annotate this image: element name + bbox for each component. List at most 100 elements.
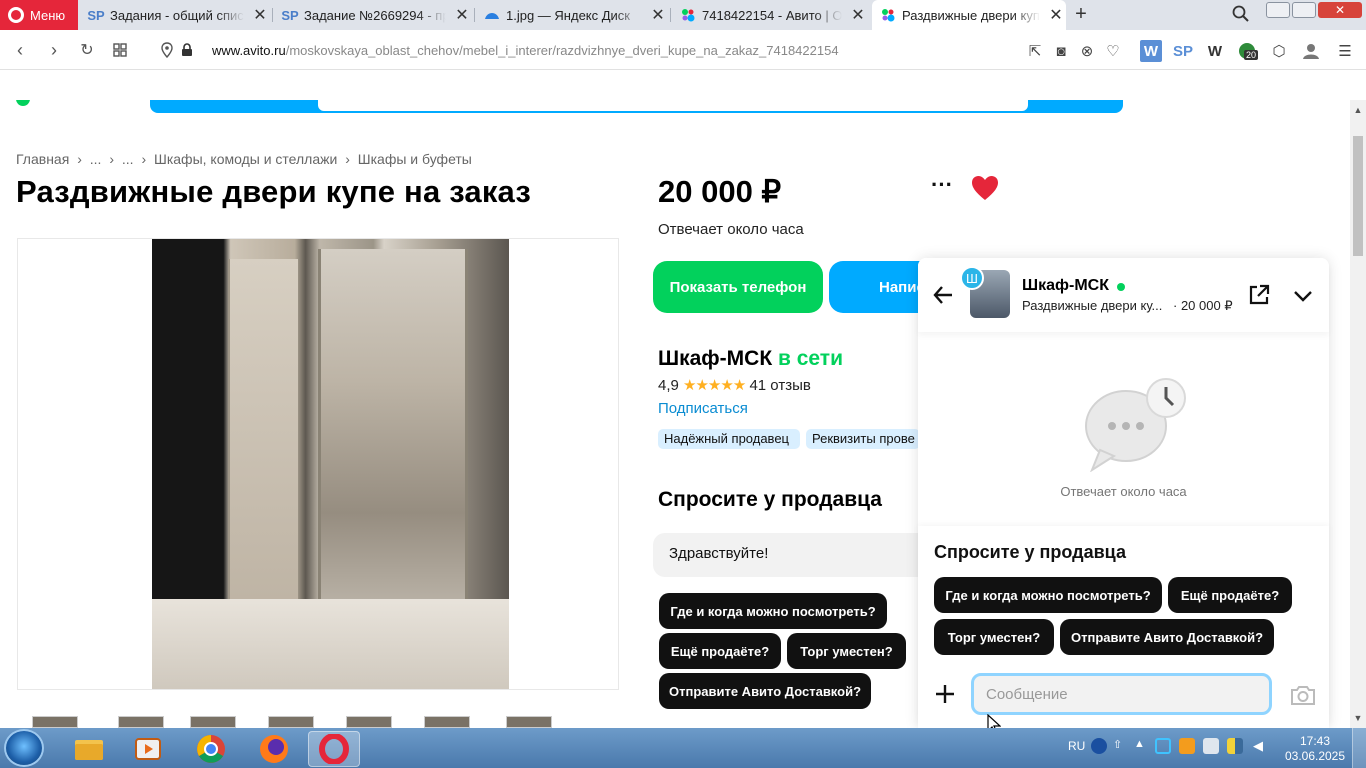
profile-avatar-icon[interactable] — [1300, 40, 1322, 62]
clipboard-icon[interactable] — [1203, 738, 1219, 754]
tray-app-icon[interactable] — [1179, 738, 1195, 754]
easy-setup-menu-icon[interactable]: ☰ — [1334, 40, 1356, 62]
close-window-icon[interactable]: ✕ — [1318, 2, 1362, 18]
chat-item-price: · 20 000 ₽ — [1173, 298, 1233, 313]
arrow-left-icon[interactable] — [932, 284, 954, 306]
keyboard-language[interactable]: RU — [1068, 739, 1085, 753]
screenshot-tool-icon[interactable] — [1155, 738, 1171, 754]
photo-thumbnail[interactable] — [190, 716, 236, 728]
breadcrumb-separator: › — [109, 151, 114, 167]
wikipedia-extension-icon[interactable]: W — [1204, 40, 1226, 62]
tab-title: Задания - общий список — [110, 7, 244, 23]
search-tabs-icon[interactable] — [1232, 5, 1252, 25]
tab-tasks-list[interactable]: SP Задания - общий список ✕ — [80, 0, 270, 30]
photo-thumbnail[interactable] — [268, 716, 314, 728]
chat-quick-question-chip[interactable]: Отправите Авито Доставкой? — [1060, 619, 1274, 655]
favorite-heart-icon[interactable]: ♡ — [1102, 40, 1124, 62]
system-clock[interactable]: 17:43 03.06.2025 — [1280, 734, 1350, 764]
chat-quick-question-chip[interactable]: Торг уместен? — [934, 619, 1054, 655]
reload-icon[interactable]: ↻ — [75, 38, 99, 62]
help-icon[interactable] — [1091, 738, 1107, 754]
subscribe-link[interactable]: Подписаться — [658, 400, 748, 417]
open-external-icon[interactable] — [1248, 284, 1270, 306]
breadcrumb-collapsed[interactable]: ... — [122, 151, 134, 167]
camera-icon[interactable] — [1290, 684, 1316, 706]
photo-thumbnail[interactable] — [346, 716, 392, 728]
tray-expand-icon[interactable]: ⇧ — [1113, 738, 1129, 754]
minimize-window-icon[interactable] — [1266, 2, 1290, 18]
network-signal-icon[interactable] — [1227, 738, 1243, 754]
show-phone-button[interactable]: Показать телефон — [653, 261, 823, 313]
tab-current-listing[interactable]: Раздвижные двери купе на ✕ — [872, 0, 1066, 30]
tray-arrow-icon[interactable]: ▲ — [1134, 738, 1150, 754]
breadcrumb-subcategory[interactable]: Шкафы и буфеты — [358, 151, 472, 167]
photo-thumbnail[interactable] — [424, 716, 470, 728]
quick-question-chip[interactable]: Ещё продаёте? — [659, 633, 781, 669]
media-player-icon[interactable] — [122, 731, 174, 767]
greeting-message-field[interactable]: Здравствуйте! — [653, 533, 923, 577]
more-options-icon[interactable]: ··· — [928, 174, 956, 198]
breadcrumb-category[interactable]: Шкафы, комоды и стеллажи — [154, 151, 337, 167]
breadcrumb-collapsed[interactable]: ... — [90, 151, 102, 167]
forward-icon[interactable]: › — [42, 38, 66, 62]
tab-separator — [670, 8, 671, 22]
chat-quick-question-chip[interactable]: Ещё продаёте? — [1168, 577, 1292, 613]
restore-window-icon[interactable] — [1292, 2, 1316, 18]
tab-task-2669294[interactable]: SP Задание №2669294 - про ✕ — [274, 0, 472, 30]
new-tab-icon[interactable]: + — [1070, 4, 1092, 26]
windows-start-button[interactable] — [4, 729, 44, 767]
firefox-browser-icon[interactable] — [248, 731, 300, 767]
explorer-folder-icon[interactable] — [63, 731, 115, 767]
close-tab-icon[interactable]: ✕ — [648, 5, 668, 25]
back-icon[interactable]: ‹ — [8, 38, 32, 62]
extensions-cube-icon[interactable]: ⬡ — [1268, 40, 1290, 62]
share-icon[interactable]: ⇱ — [1024, 40, 1046, 62]
opera-browser-icon[interactable] — [308, 731, 360, 767]
online-indicator-icon — [1117, 283, 1125, 291]
scrollbar-thumb[interactable] — [1353, 136, 1363, 256]
chrome-browser-icon[interactable] — [185, 731, 237, 767]
quick-question-chip[interactable]: Отправите Авито Доставкой? — [659, 673, 871, 709]
close-tab-icon[interactable]: ✕ — [1046, 5, 1066, 25]
scroll-down-arrow-icon[interactable]: ▼ — [1350, 708, 1366, 728]
listing-photo[interactable]: ⁘ Avito — [17, 238, 619, 690]
photo-thumbnail[interactable] — [118, 716, 164, 728]
search-input[interactable] — [318, 100, 1028, 111]
attach-plus-icon[interactable] — [934, 683, 956, 705]
url-text[interactable]: www.avito.ru/moskovskaya_oblast_chehov/m… — [212, 43, 839, 58]
close-tab-icon[interactable]: ✕ — [250, 5, 270, 25]
message-input[interactable] — [971, 673, 1272, 715]
reliable-seller-badge[interactable]: Надёжный продавец — [658, 429, 800, 449]
tab-yandex-disk[interactable]: 1.jpg — Яндекс Диск ✕ — [476, 0, 668, 30]
chevron-down-icon[interactable] — [1292, 286, 1314, 306]
opera-menu-button[interactable]: Меню — [0, 0, 78, 30]
quick-question-chip[interactable]: Где и когда можно посмотреть? — [659, 593, 887, 629]
favorite-heart-icon[interactable] — [970, 174, 1000, 202]
photo-thumbnail[interactable] — [506, 716, 552, 728]
tab-avito-7418422154[interactable]: 7418422154 - Авито | Объ ✕ — [672, 0, 868, 30]
breadcrumb-separator: › — [77, 151, 82, 167]
volume-icon[interactable]: ◀ — [1253, 738, 1269, 754]
breadcrumb-home[interactable]: Главная — [16, 151, 69, 167]
chat-item-title[interactable]: Раздвижные двери ку... — [1022, 298, 1170, 313]
quick-question-chip[interactable]: Торг уместен? — [787, 633, 906, 669]
avito-logo-icon[interactable] — [16, 100, 30, 106]
photo-thumbnail[interactable] — [32, 716, 78, 728]
speed-dial-icon[interactable] — [108, 38, 132, 62]
adblock-icon[interactable]: ⊗ — [1076, 40, 1098, 62]
chat-seller-name[interactable]: Шкаф-МСК — [1022, 277, 1109, 295]
reviews-link[interactable]: 41 отзыв — [749, 377, 810, 394]
close-tab-icon[interactable]: ✕ — [452, 5, 472, 25]
scroll-up-arrow-icon[interactable]: ▲ — [1350, 100, 1366, 120]
seller-name[interactable]: Шкаф-МСК в сети — [658, 347, 843, 371]
chat-quick-question-chip[interactable]: Где и когда можно посмотреть? — [934, 577, 1162, 613]
lock-icon[interactable] — [175, 38, 199, 62]
word-extension-icon[interactable]: W — [1140, 40, 1162, 62]
seller-rating[interactable]: 4,9 ★★★★★ 41 отзыв — [658, 376, 811, 394]
extension-with-badge-icon[interactable]: 20 — [1236, 40, 1259, 62]
show-desktop-button[interactable] — [1352, 728, 1366, 768]
sp-extension-icon[interactable]: SP — [1172, 40, 1194, 62]
verified-requisites-badge[interactable]: Реквизиты прове — [806, 429, 920, 449]
close-tab-icon[interactable]: ✕ — [848, 5, 868, 25]
snapshot-camera-icon[interactable]: ◙ — [1050, 40, 1072, 62]
